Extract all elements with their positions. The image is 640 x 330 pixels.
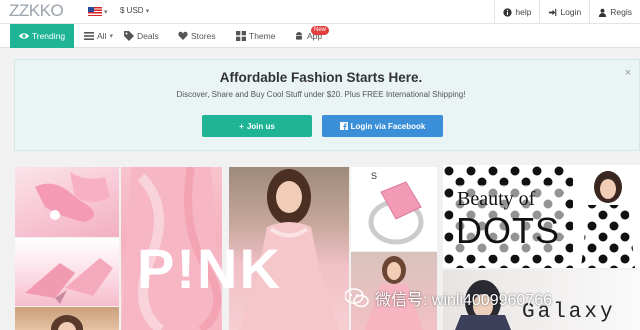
pink-headline: P!NK: [137, 237, 282, 300]
login-link[interactable]: Login: [539, 0, 589, 24]
product-image-pink-ring[interactable]: S: [351, 167, 437, 251]
wechat-watermark: 微信号: winli4009960766: [345, 286, 552, 310]
register-label: Regis: [610, 7, 632, 17]
us-flag-icon[interactable]: [88, 7, 102, 16]
tab-deals[interactable]: Deals: [124, 24, 159, 48]
register-link[interactable]: Regis: [589, 0, 640, 24]
heart-icon: [178, 31, 188, 40]
tab-theme[interactable]: Theme: [236, 24, 275, 48]
top-bar: ZZKKO ▾ $ USD ▾ help Login Regis: [0, 0, 640, 24]
user-icon: [599, 8, 607, 17]
wechat-icon: [345, 288, 369, 308]
plus-icon: +: [239, 121, 244, 131]
currency-selector[interactable]: $ USD ▾: [120, 6, 149, 15]
facebook-label: Login via Facebook: [350, 121, 426, 131]
facebook-icon: [339, 122, 348, 130]
tab-all[interactable]: All ▾: [84, 24, 113, 48]
join-button[interactable]: + Join us: [202, 115, 312, 137]
watermark-text: 微信号: winli4009960766: [375, 292, 552, 309]
site-logo[interactable]: ZZKKO: [9, 1, 64, 21]
login-icon: [549, 8, 557, 16]
login-label: Login: [560, 7, 582, 17]
svg-text:S: S: [371, 171, 377, 181]
currency-label: $ USD: [120, 6, 144, 15]
tab-deals-label: Deals: [137, 31, 159, 41]
list-icon: [84, 32, 94, 40]
tab-stores-label: Stores: [191, 31, 216, 41]
tab-stores[interactable]: Stores: [178, 24, 216, 48]
chevron-down-icon: ▾: [109, 33, 113, 40]
tab-trending-label: Trending: [31, 31, 66, 41]
tab-trending[interactable]: Trending: [10, 24, 74, 48]
help-label: help: [515, 7, 532, 17]
join-label: Join us: [246, 121, 275, 131]
info-icon: [503, 7, 513, 17]
banner-title: Affordable Fashion Starts Here.: [219, 70, 423, 85]
beauty-of-text: Beauty of: [457, 188, 536, 210]
welcome-banner: × Affordable Fashion Starts Here. Discov…: [14, 59, 640, 151]
eye-icon: [18, 33, 29, 39]
product-image-girl[interactable]: [15, 307, 119, 330]
dots-text: DOTS: [456, 210, 561, 251]
chevron-down-icon[interactable]: ▾: [104, 8, 108, 16]
banner-subtitle: Discover, Share and Buy Cool Stuff under…: [176, 90, 466, 99]
tab-theme-label: Theme: [249, 31, 276, 41]
product-image-pink-heels[interactable]: [15, 167, 119, 237]
account-links: help Login Regis: [494, 0, 640, 24]
grid-icon: [236, 31, 246, 41]
tag-icon: [124, 31, 134, 41]
android-icon: [296, 32, 302, 40]
new-badge: New: [311, 26, 330, 35]
chevron-down-icon: ▾: [145, 8, 150, 15]
tab-all-label: All: [97, 31, 107, 41]
help-link[interactable]: help: [494, 0, 539, 24]
facebook-login-button[interactable]: Login via Facebook: [322, 115, 443, 137]
product-image-wedge-shoes[interactable]: [15, 238, 119, 306]
